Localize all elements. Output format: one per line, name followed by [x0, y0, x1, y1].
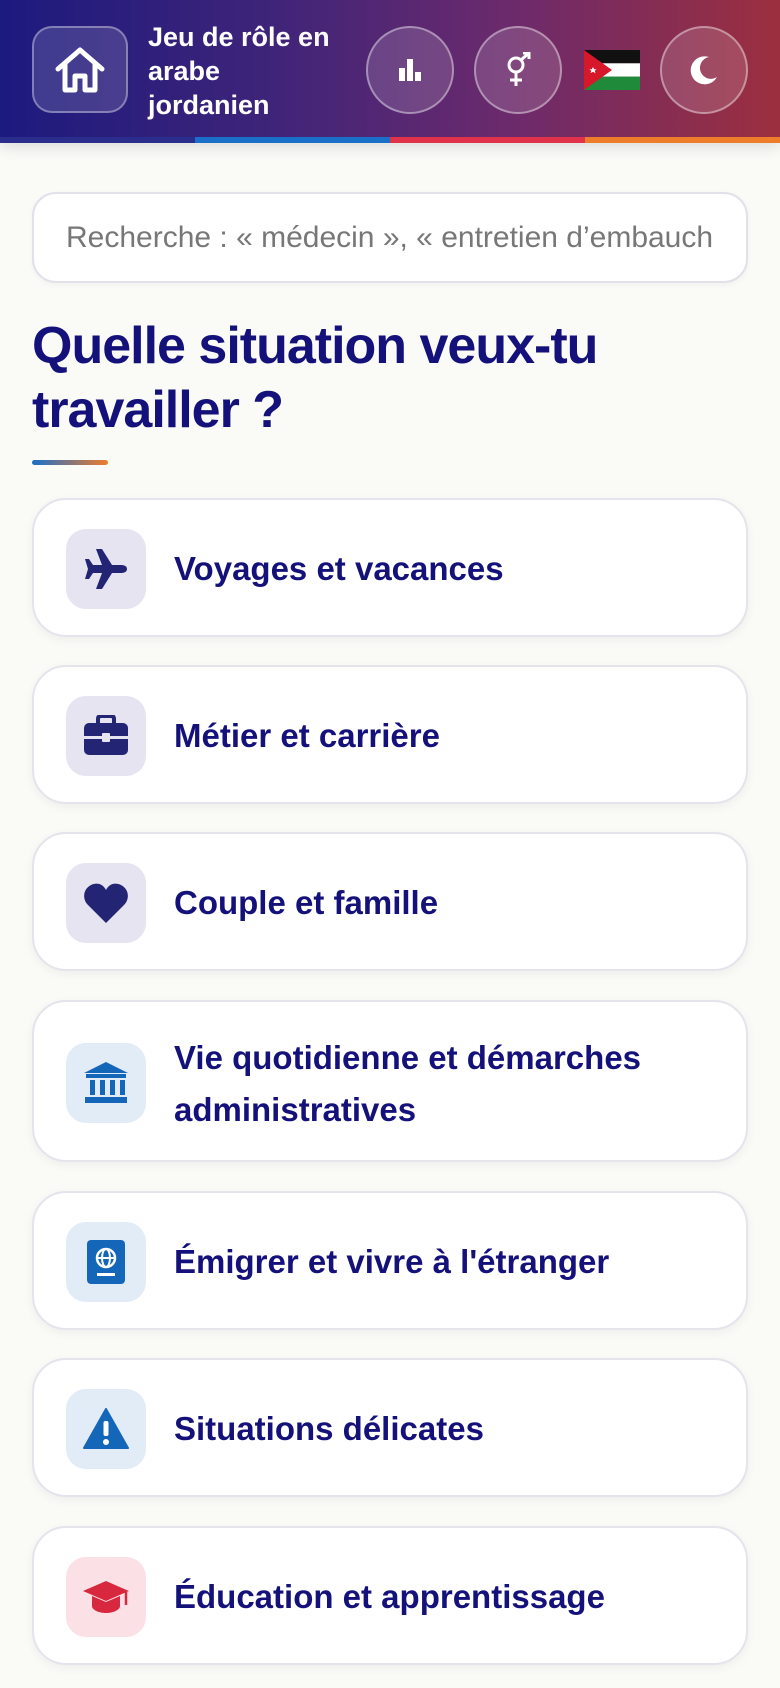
icon-box: [66, 696, 146, 776]
passport-icon: [87, 1240, 125, 1284]
bar-chart-icon: [399, 59, 421, 81]
category-label: Voyages et vacances: [174, 550, 504, 587]
search-input[interactable]: [32, 192, 748, 283]
category-label: Situations délicates: [174, 1410, 484, 1447]
header-stripe-red: [390, 137, 585, 143]
home-button[interactable]: [32, 26, 128, 113]
category-card-delicate[interactable]: Situations délicates: [32, 1358, 748, 1497]
category-card-travel[interactable]: Voyages et vacances: [32, 498, 748, 637]
heart-icon: [84, 883, 128, 923]
graduation-cap-icon: [83, 1581, 129, 1613]
gender-icon: [507, 52, 531, 86]
category-card-career[interactable]: Métier et carrière: [32, 665, 748, 804]
category-card-emigrate[interactable]: Émigrer et vivre à l'étranger: [32, 1191, 748, 1330]
category-label: Métier et carrière: [174, 717, 440, 754]
header-stripe-blue: [195, 137, 390, 143]
theme-toggle-button[interactable]: [660, 26, 748, 114]
category-label: Vie quotidienne et démarches administrat…: [174, 1039, 642, 1128]
header-stripe-navy: [0, 137, 195, 143]
warning-icon: [83, 1408, 129, 1449]
category-card-daily-life[interactable]: Vie quotidienne et démarches administrat…: [32, 1000, 748, 1162]
moon-icon: [690, 56, 717, 85]
title-underline: [32, 460, 108, 465]
category-label: Couple et famille: [174, 884, 439, 921]
category-card-family[interactable]: Couple et famille: [32, 832, 748, 971]
page-title: Quelle situation veux-tu travailler ?: [32, 317, 598, 439]
category-card-education[interactable]: Éducation et apprentissage: [32, 1526, 748, 1665]
gender-button[interactable]: [474, 26, 562, 114]
app-title: Jeu de rôle en arabe jordanien: [148, 22, 330, 120]
icon-box: [66, 1557, 146, 1637]
stats-button[interactable]: [366, 26, 454, 114]
airplane-icon: [85, 549, 127, 589]
header-stripe-orange: [585, 137, 780, 143]
jordan-flag-icon[interactable]: [584, 50, 640, 90]
icon-box: [66, 1043, 146, 1123]
bank-icon: [84, 1062, 128, 1103]
category-label: Émigrer et vivre à l'étranger: [174, 1243, 610, 1280]
icon-box: [66, 863, 146, 943]
category-label: Éducation et apprentissage: [174, 1578, 605, 1615]
home-icon: [55, 47, 105, 92]
icon-box: [66, 529, 146, 609]
icon-box: [66, 1222, 146, 1302]
briefcase-icon: [84, 715, 128, 755]
app-header: Jeu de rôle en arabe jordanien: [0, 0, 780, 143]
icon-box: [66, 1389, 146, 1469]
